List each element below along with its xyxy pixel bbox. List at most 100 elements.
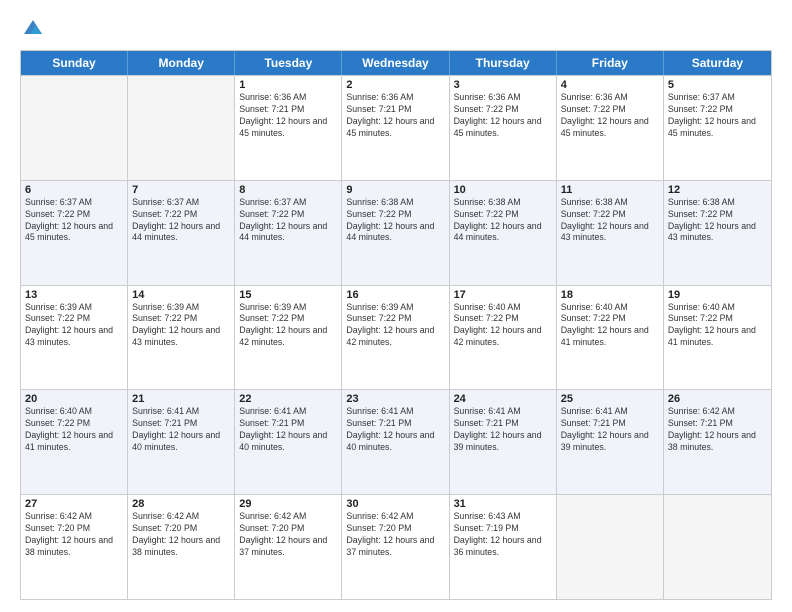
calendar-cell: 31Sunrise: 6:43 AM Sunset: 7:19 PM Dayli… bbox=[450, 495, 557, 599]
day-info: Sunrise: 6:39 AM Sunset: 7:22 PM Dayligh… bbox=[239, 302, 337, 350]
day-number: 25 bbox=[561, 393, 659, 405]
day-number: 4 bbox=[561, 79, 659, 91]
calendar-cell: 9Sunrise: 6:38 AM Sunset: 7:22 PM Daylig… bbox=[342, 181, 449, 285]
day-info: Sunrise: 6:39 AM Sunset: 7:22 PM Dayligh… bbox=[132, 302, 230, 350]
calendar-cell: 22Sunrise: 6:41 AM Sunset: 7:21 PM Dayli… bbox=[235, 390, 342, 494]
day-info: Sunrise: 6:38 AM Sunset: 7:22 PM Dayligh… bbox=[561, 197, 659, 245]
calendar-cell: 12Sunrise: 6:38 AM Sunset: 7:22 PM Dayli… bbox=[664, 181, 771, 285]
weekday-header: Wednesday bbox=[342, 51, 449, 75]
day-number: 13 bbox=[25, 289, 123, 301]
day-number: 12 bbox=[668, 184, 767, 196]
calendar-cell: 3Sunrise: 6:36 AM Sunset: 7:22 PM Daylig… bbox=[450, 76, 557, 180]
calendar-cell: 4Sunrise: 6:36 AM Sunset: 7:22 PM Daylig… bbox=[557, 76, 664, 180]
calendar-header: SundayMondayTuesdayWednesdayThursdayFrid… bbox=[21, 51, 771, 75]
calendar-cell: 21Sunrise: 6:41 AM Sunset: 7:21 PM Dayli… bbox=[128, 390, 235, 494]
day-info: Sunrise: 6:36 AM Sunset: 7:21 PM Dayligh… bbox=[346, 92, 444, 140]
weekday-header: Friday bbox=[557, 51, 664, 75]
day-number: 1 bbox=[239, 79, 337, 91]
day-info: Sunrise: 6:41 AM Sunset: 7:21 PM Dayligh… bbox=[561, 406, 659, 454]
header bbox=[20, 16, 772, 40]
day-number: 17 bbox=[454, 289, 552, 301]
day-info: Sunrise: 6:42 AM Sunset: 7:20 PM Dayligh… bbox=[346, 511, 444, 559]
calendar-cell: 10Sunrise: 6:38 AM Sunset: 7:22 PM Dayli… bbox=[450, 181, 557, 285]
day-number: 7 bbox=[132, 184, 230, 196]
calendar-cell: 13Sunrise: 6:39 AM Sunset: 7:22 PM Dayli… bbox=[21, 286, 128, 390]
calendar-cell: 11Sunrise: 6:38 AM Sunset: 7:22 PM Dayli… bbox=[557, 181, 664, 285]
day-number: 2 bbox=[346, 79, 444, 91]
day-number: 21 bbox=[132, 393, 230, 405]
day-info: Sunrise: 6:39 AM Sunset: 7:22 PM Dayligh… bbox=[346, 302, 444, 350]
day-info: Sunrise: 6:38 AM Sunset: 7:22 PM Dayligh… bbox=[454, 197, 552, 245]
day-info: Sunrise: 6:41 AM Sunset: 7:21 PM Dayligh… bbox=[454, 406, 552, 454]
day-number: 14 bbox=[132, 289, 230, 301]
day-number: 11 bbox=[561, 184, 659, 196]
day-info: Sunrise: 6:42 AM Sunset: 7:20 PM Dayligh… bbox=[239, 511, 337, 559]
calendar-row: 1Sunrise: 6:36 AM Sunset: 7:21 PM Daylig… bbox=[21, 75, 771, 180]
calendar-cell: 26Sunrise: 6:42 AM Sunset: 7:21 PM Dayli… bbox=[664, 390, 771, 494]
calendar-cell: 25Sunrise: 6:41 AM Sunset: 7:21 PM Dayli… bbox=[557, 390, 664, 494]
calendar-cell: 1Sunrise: 6:36 AM Sunset: 7:21 PM Daylig… bbox=[235, 76, 342, 180]
calendar-cell: 19Sunrise: 6:40 AM Sunset: 7:22 PM Dayli… bbox=[664, 286, 771, 390]
calendar-cell: 20Sunrise: 6:40 AM Sunset: 7:22 PM Dayli… bbox=[21, 390, 128, 494]
day-info: Sunrise: 6:40 AM Sunset: 7:22 PM Dayligh… bbox=[561, 302, 659, 350]
calendar-cell: 24Sunrise: 6:41 AM Sunset: 7:21 PM Dayli… bbox=[450, 390, 557, 494]
day-number: 20 bbox=[25, 393, 123, 405]
day-info: Sunrise: 6:36 AM Sunset: 7:21 PM Dayligh… bbox=[239, 92, 337, 140]
page: SundayMondayTuesdayWednesdayThursdayFrid… bbox=[0, 0, 792, 612]
calendar-cell: 14Sunrise: 6:39 AM Sunset: 7:22 PM Dayli… bbox=[128, 286, 235, 390]
day-number: 3 bbox=[454, 79, 552, 91]
calendar-cell: 2Sunrise: 6:36 AM Sunset: 7:21 PM Daylig… bbox=[342, 76, 449, 180]
day-number: 16 bbox=[346, 289, 444, 301]
day-number: 15 bbox=[239, 289, 337, 301]
day-info: Sunrise: 6:37 AM Sunset: 7:22 PM Dayligh… bbox=[668, 92, 767, 140]
calendar-row: 13Sunrise: 6:39 AM Sunset: 7:22 PM Dayli… bbox=[21, 285, 771, 390]
calendar-row: 20Sunrise: 6:40 AM Sunset: 7:22 PM Dayli… bbox=[21, 389, 771, 494]
day-info: Sunrise: 6:40 AM Sunset: 7:22 PM Dayligh… bbox=[454, 302, 552, 350]
day-number: 24 bbox=[454, 393, 552, 405]
calendar-row: 6Sunrise: 6:37 AM Sunset: 7:22 PM Daylig… bbox=[21, 180, 771, 285]
calendar-cell: 7Sunrise: 6:37 AM Sunset: 7:22 PM Daylig… bbox=[128, 181, 235, 285]
calendar-cell: 8Sunrise: 6:37 AM Sunset: 7:22 PM Daylig… bbox=[235, 181, 342, 285]
day-info: Sunrise: 6:38 AM Sunset: 7:22 PM Dayligh… bbox=[668, 197, 767, 245]
calendar-cell: 6Sunrise: 6:37 AM Sunset: 7:22 PM Daylig… bbox=[21, 181, 128, 285]
calendar-cell: 5Sunrise: 6:37 AM Sunset: 7:22 PM Daylig… bbox=[664, 76, 771, 180]
calendar-cell: 23Sunrise: 6:41 AM Sunset: 7:21 PM Dayli… bbox=[342, 390, 449, 494]
calendar-cell: 27Sunrise: 6:42 AM Sunset: 7:20 PM Dayli… bbox=[21, 495, 128, 599]
day-number: 19 bbox=[668, 289, 767, 301]
calendar-cell: 30Sunrise: 6:42 AM Sunset: 7:20 PM Dayli… bbox=[342, 495, 449, 599]
day-info: Sunrise: 6:37 AM Sunset: 7:22 PM Dayligh… bbox=[239, 197, 337, 245]
weekday-header: Sunday bbox=[21, 51, 128, 75]
day-info: Sunrise: 6:41 AM Sunset: 7:21 PM Dayligh… bbox=[132, 406, 230, 454]
calendar-cell: 29Sunrise: 6:42 AM Sunset: 7:20 PM Dayli… bbox=[235, 495, 342, 599]
day-info: Sunrise: 6:40 AM Sunset: 7:22 PM Dayligh… bbox=[25, 406, 123, 454]
day-info: Sunrise: 6:41 AM Sunset: 7:21 PM Dayligh… bbox=[239, 406, 337, 454]
day-number: 26 bbox=[668, 393, 767, 405]
logo-icon bbox=[22, 16, 44, 38]
calendar-cell bbox=[557, 495, 664, 599]
day-number: 30 bbox=[346, 498, 444, 510]
day-number: 27 bbox=[25, 498, 123, 510]
day-info: Sunrise: 6:36 AM Sunset: 7:22 PM Dayligh… bbox=[454, 92, 552, 140]
calendar-cell: 16Sunrise: 6:39 AM Sunset: 7:22 PM Dayli… bbox=[342, 286, 449, 390]
day-number: 10 bbox=[454, 184, 552, 196]
calendar-cell bbox=[21, 76, 128, 180]
day-number: 23 bbox=[346, 393, 444, 405]
day-info: Sunrise: 6:43 AM Sunset: 7:19 PM Dayligh… bbox=[454, 511, 552, 559]
day-number: 29 bbox=[239, 498, 337, 510]
day-info: Sunrise: 6:41 AM Sunset: 7:21 PM Dayligh… bbox=[346, 406, 444, 454]
day-info: Sunrise: 6:37 AM Sunset: 7:22 PM Dayligh… bbox=[25, 197, 123, 245]
weekday-header: Monday bbox=[128, 51, 235, 75]
day-number: 31 bbox=[454, 498, 552, 510]
day-number: 9 bbox=[346, 184, 444, 196]
day-info: Sunrise: 6:38 AM Sunset: 7:22 PM Dayligh… bbox=[346, 197, 444, 245]
day-number: 6 bbox=[25, 184, 123, 196]
day-info: Sunrise: 6:42 AM Sunset: 7:21 PM Dayligh… bbox=[668, 406, 767, 454]
calendar-cell bbox=[664, 495, 771, 599]
day-number: 18 bbox=[561, 289, 659, 301]
day-info: Sunrise: 6:42 AM Sunset: 7:20 PM Dayligh… bbox=[25, 511, 123, 559]
day-info: Sunrise: 6:39 AM Sunset: 7:22 PM Dayligh… bbox=[25, 302, 123, 350]
logo bbox=[20, 16, 44, 40]
day-number: 22 bbox=[239, 393, 337, 405]
weekday-header: Saturday bbox=[664, 51, 771, 75]
calendar-body: 1Sunrise: 6:36 AM Sunset: 7:21 PM Daylig… bbox=[21, 75, 771, 599]
